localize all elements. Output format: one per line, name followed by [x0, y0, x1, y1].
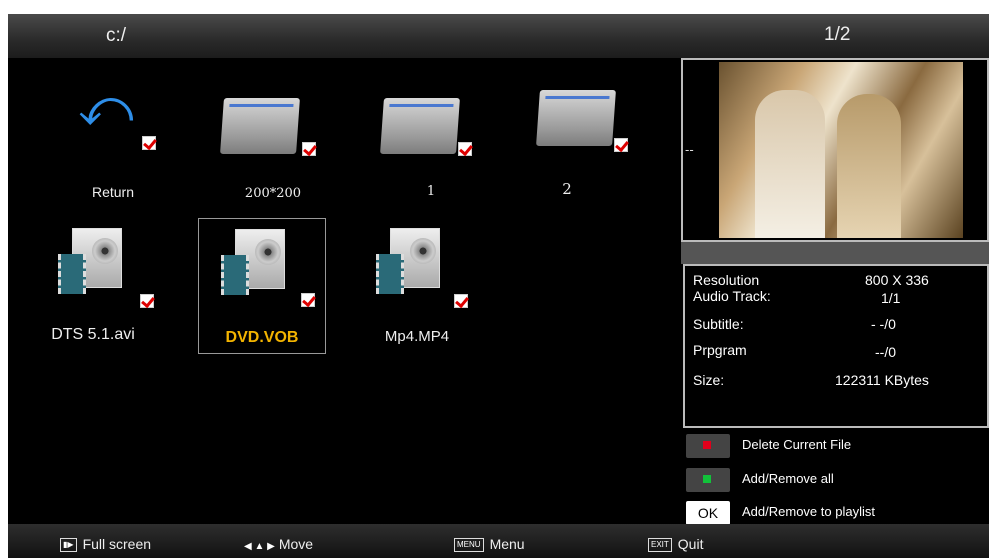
- checkbox-icon[interactable]: [301, 293, 315, 307]
- size-value: 122311 KBytes: [835, 372, 929, 388]
- resolution-value: 800 X 336: [865, 272, 929, 288]
- checkbox-icon[interactable]: [454, 294, 468, 308]
- file-label: 200*200: [244, 186, 302, 201]
- dvd-video-icon: [221, 229, 287, 295]
- file-tile-video[interactable]: Mp4.MP4: [362, 220, 480, 345]
- folder-icon: [380, 98, 460, 154]
- return-arrow-icon: ⤺: [78, 79, 134, 137]
- action-label: Delete Current File: [742, 437, 852, 452]
- current-path: c:/: [106, 25, 127, 46]
- green-key-icon: [686, 468, 730, 492]
- folder-icon: [536, 90, 616, 146]
- media-browser-screen: c:/ 1/2 ⤺ Return 200*200 1 2 DTS 5.1.avi: [8, 14, 989, 558]
- file-info-panel: Resolution 800 X 336 Audio Track: 1/1 Su…: [683, 264, 989, 428]
- action-label: Add/Remove to playlist: [742, 504, 875, 519]
- file-label: 1: [426, 184, 436, 199]
- file-tile-video-selected[interactable]: DVD.VOB: [198, 218, 326, 354]
- file-tile-folder[interactable]: 1: [374, 70, 492, 199]
- checkbox-icon[interactable]: [302, 142, 316, 156]
- file-tile-return[interactable]: ⤺ Return: [54, 70, 172, 200]
- ok-key-icon: OK: [686, 501, 730, 525]
- checkbox-icon[interactable]: [458, 142, 472, 156]
- subtitle-label: Subtitle:: [693, 316, 744, 332]
- file-label: DVD.VOB: [225, 329, 299, 346]
- play-key-icon: ▮▶: [60, 538, 77, 553]
- folder-icon: [220, 98, 300, 154]
- preview-thumbnail: [719, 62, 963, 238]
- page-indicator: 1/2: [824, 24, 851, 45]
- checkbox-icon[interactable]: [614, 138, 628, 152]
- quit-hint[interactable]: EXIT Quit: [648, 536, 703, 553]
- file-label: DTS 5.1.avi: [51, 326, 135, 343]
- preview-progress-bar: [681, 242, 989, 264]
- subtitle-value: - -/0: [871, 316, 896, 332]
- size-label: Size:: [693, 372, 725, 388]
- checkbox-icon[interactable]: [140, 294, 154, 308]
- file-label: Return: [91, 184, 135, 200]
- hint-bar: ▮▶ Full screen ◀ ▲ ▶ Move MENU Menu EXIT Qui…: [8, 524, 989, 558]
- exit-key-icon: EXIT: [648, 538, 672, 553]
- file-label: 2: [562, 180, 572, 198]
- fullscreen-hint[interactable]: ▮▶ Full screen: [60, 536, 151, 553]
- file-tile-folder[interactable]: 200*200: [214, 70, 332, 201]
- file-tile-folder[interactable]: 2: [530, 70, 648, 198]
- file-label: Mp4.MP4: [384, 328, 450, 345]
- menu-key-icon: MENU: [454, 538, 484, 553]
- preview-side-label: --: [685, 142, 694, 157]
- move-hint[interactable]: ◀ ▲ ▶ Move: [244, 536, 313, 552]
- action-label: Add/Remove all: [742, 471, 834, 486]
- resolution-label: Resolution: [693, 272, 760, 288]
- red-key-icon: [686, 434, 730, 458]
- menu-hint[interactable]: MENU Menu: [454, 536, 525, 553]
- audio-track-value: 1/1: [881, 290, 901, 306]
- file-tile-video[interactable]: DTS 5.1.avi: [44, 220, 162, 343]
- arrow-keys-icon: ◀ ▲ ▶: [244, 541, 275, 552]
- checkbox-icon[interactable]: [142, 136, 156, 150]
- dvd-video-icon: [376, 228, 442, 294]
- video-preview: --: [681, 58, 989, 242]
- title-bar: c:/ 1/2: [8, 14, 989, 58]
- program-value: --/0: [875, 344, 896, 360]
- audio-track-label: Audio Track:: [693, 288, 771, 304]
- dvd-video-icon: [58, 228, 124, 294]
- program-label: Prpgram: [693, 342, 747, 358]
